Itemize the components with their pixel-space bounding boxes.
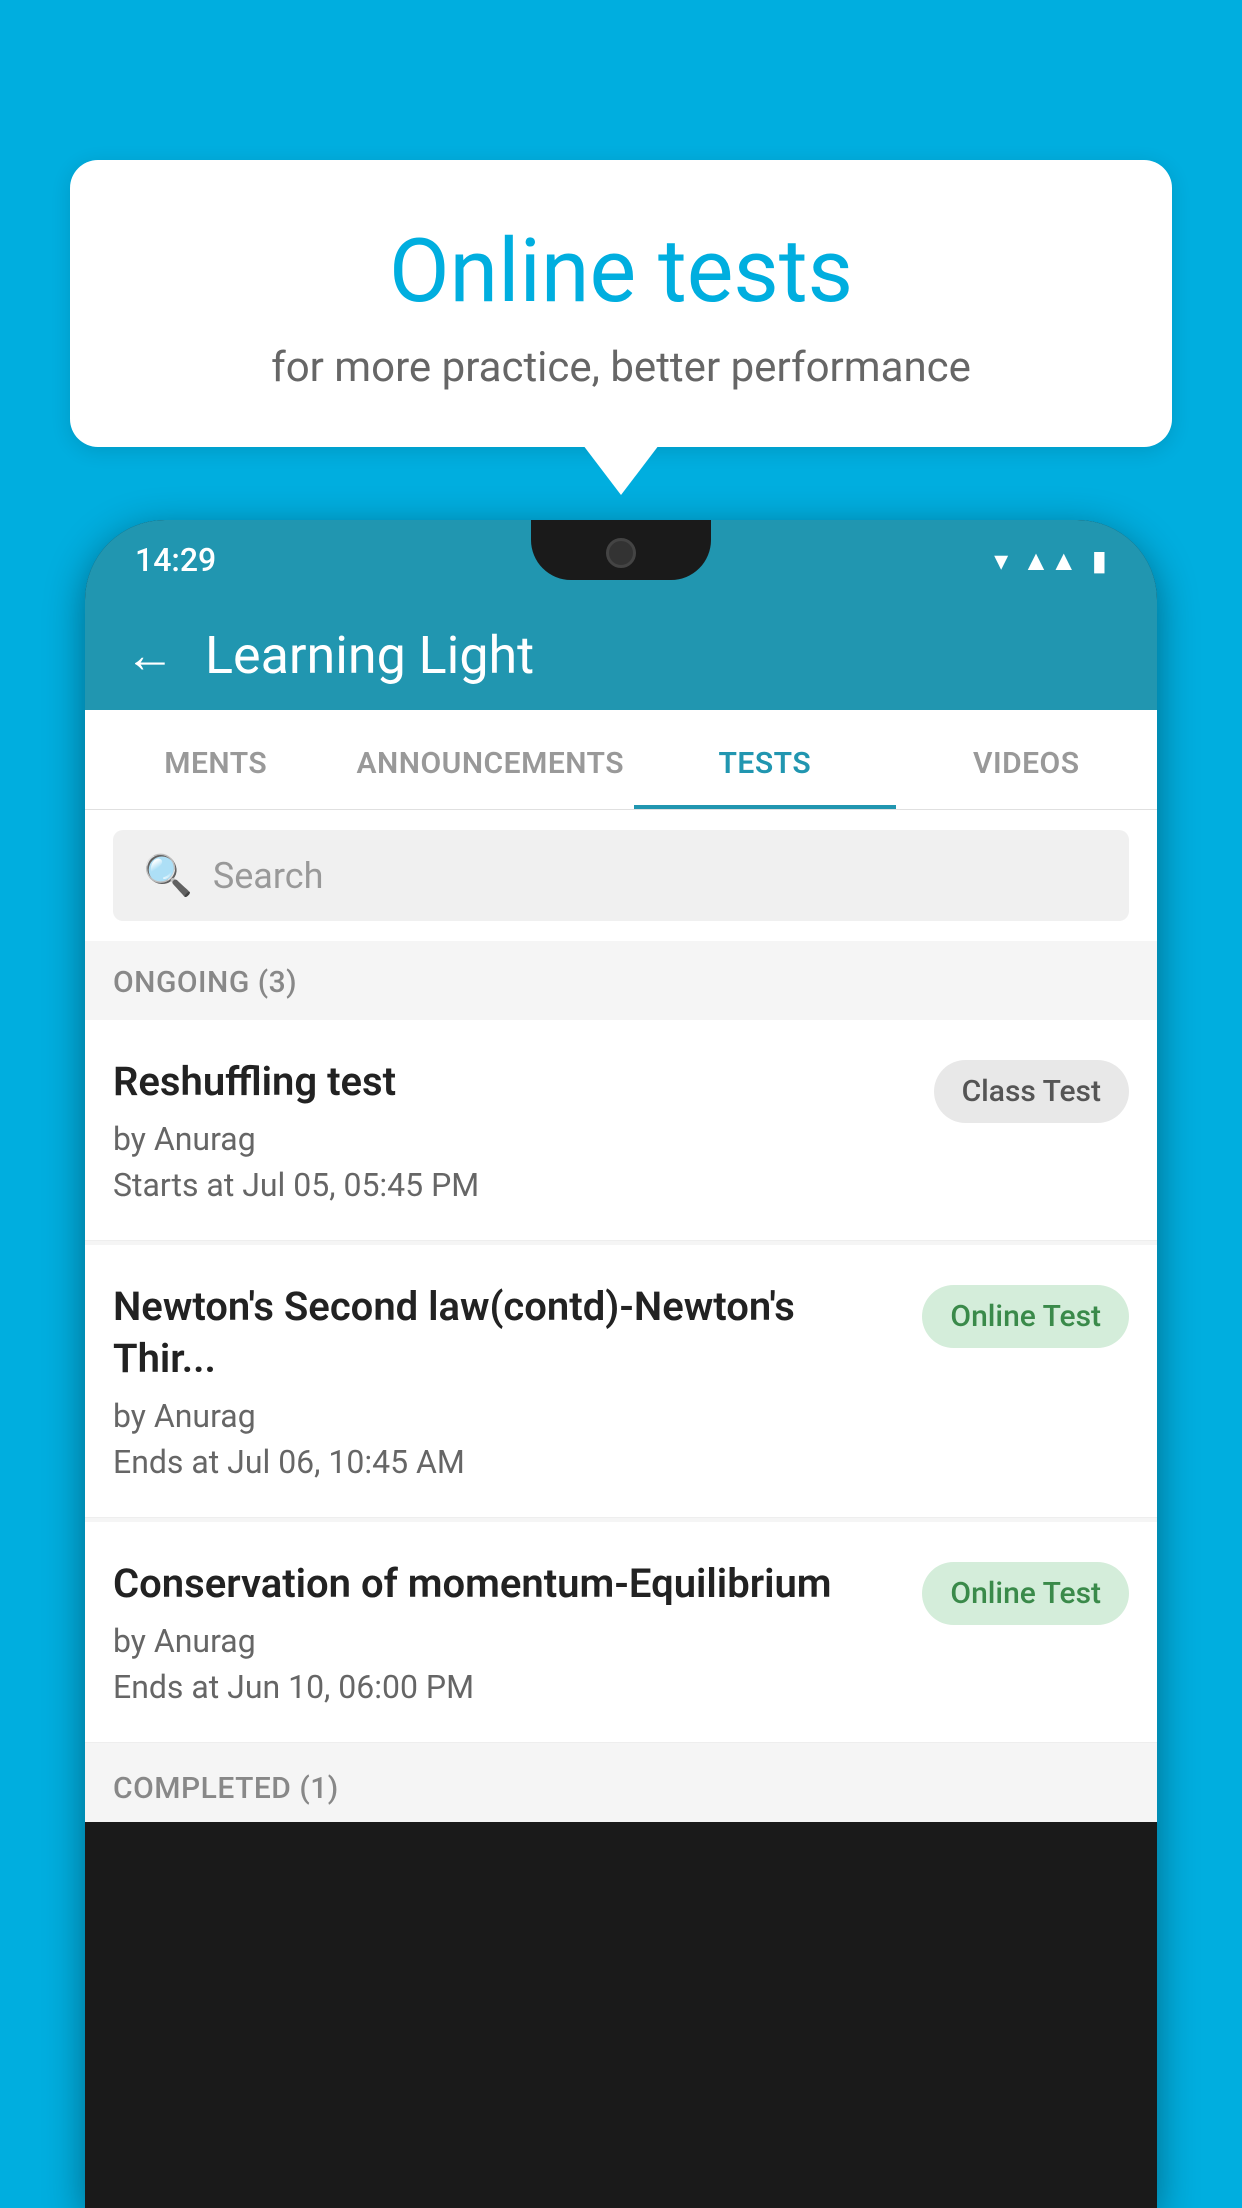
- bubble-title: Online tests: [120, 220, 1122, 323]
- test-title-3: Conservation of momentum-Equilibrium: [113, 1558, 902, 1610]
- status-icons: ▾ ▲▲ ▮: [994, 544, 1107, 577]
- test-item-2[interactable]: Newton's Second law(contd)-Newton's Thir…: [85, 1245, 1157, 1518]
- phone-notch: [531, 520, 711, 580]
- back-button[interactable]: ←: [125, 626, 175, 685]
- search-input-wrapper[interactable]: 🔍 Search: [113, 830, 1129, 921]
- wifi-icon: ▾: [994, 544, 1008, 577]
- phone-camera: [606, 538, 636, 568]
- search-placeholder: Search: [213, 855, 324, 897]
- tab-videos[interactable]: VIDEOS: [896, 710, 1157, 809]
- test-info-2: Newton's Second law(contd)-Newton's Thir…: [113, 1281, 922, 1481]
- test-time-2: Ends at Jul 06, 10:45 AM: [113, 1443, 902, 1481]
- content-area: 🔍 Search ONGOING (3) Reshuffling test by…: [85, 810, 1157, 1822]
- signal-icon: ▲▲: [1022, 544, 1077, 577]
- tab-ments[interactable]: MENTS: [85, 710, 346, 809]
- test-badge-3: Online Test: [922, 1562, 1129, 1625]
- battery-icon: ▮: [1092, 544, 1107, 577]
- search-bar-container: 🔍 Search: [85, 810, 1157, 941]
- test-by-2: by Anurag: [113, 1397, 902, 1435]
- status-bar: 14:29 ▾ ▲▲ ▮: [85, 520, 1157, 600]
- bubble-subtitle: for more practice, better performance: [120, 343, 1122, 392]
- test-item-3[interactable]: Conservation of momentum-Equilibrium by …: [85, 1522, 1157, 1743]
- search-icon: 🔍: [143, 852, 193, 899]
- completed-section-header: COMPLETED (1): [85, 1747, 1157, 1822]
- test-badge-2: Online Test: [922, 1285, 1129, 1348]
- test-item[interactable]: Reshuffling test by Anurag Starts at Jul…: [85, 1020, 1157, 1241]
- tab-tests[interactable]: TESTS: [634, 710, 895, 809]
- test-title-1: Reshuffling test: [113, 1056, 914, 1108]
- speech-bubble: Online tests for more practice, better p…: [70, 160, 1172, 447]
- tab-announcements[interactable]: ANNOUNCEMENTS: [346, 710, 634, 809]
- test-badge-1: Class Test: [934, 1060, 1129, 1123]
- test-time-3: Ends at Jun 10, 06:00 PM: [113, 1668, 902, 1706]
- status-time: 14:29: [135, 541, 216, 579]
- test-title-2: Newton's Second law(contd)-Newton's Thir…: [113, 1281, 902, 1385]
- test-info-3: Conservation of momentum-Equilibrium by …: [113, 1558, 922, 1706]
- app-title: Learning Light: [205, 625, 534, 686]
- phone: 14:29 ▾ ▲▲ ▮ ← Learning Light MENTS ANNO…: [85, 520, 1157, 2208]
- tabs-bar: MENTS ANNOUNCEMENTS TESTS VIDEOS: [85, 710, 1157, 810]
- ongoing-section-header: ONGOING (3): [85, 941, 1157, 1016]
- test-by-1: by Anurag: [113, 1120, 914, 1158]
- test-time-1: Starts at Jul 05, 05:45 PM: [113, 1166, 914, 1204]
- test-info-1: Reshuffling test by Anurag Starts at Jul…: [113, 1056, 934, 1204]
- app-bar: ← Learning Light: [85, 600, 1157, 710]
- test-by-3: by Anurag: [113, 1622, 902, 1660]
